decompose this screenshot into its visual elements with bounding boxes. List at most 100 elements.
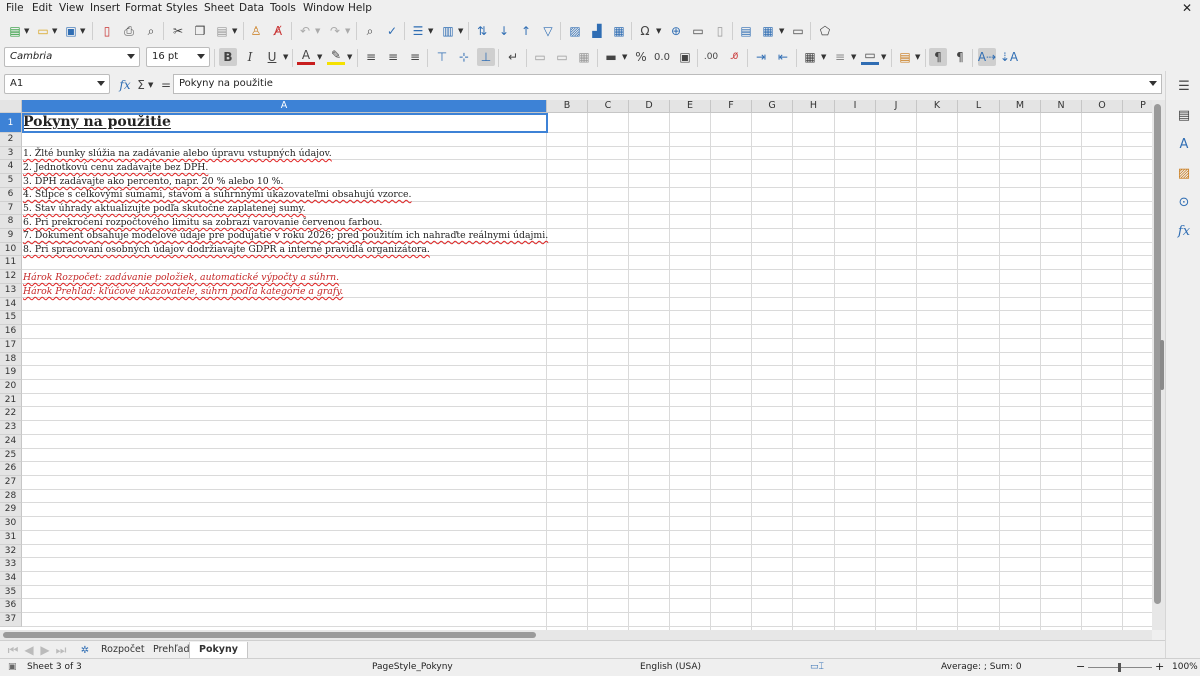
chevron-down-icon[interactable]: ▼	[317, 53, 322, 61]
cell-a13[interactable]: Hárok Prehľad: kľúčové ukazovatele, súhr…	[23, 286, 343, 297]
increase-indent-icon[interactable]: ⇥	[752, 48, 770, 66]
name-box[interactable]: A1	[4, 74, 110, 94]
define-print-area-icon[interactable]: ▤	[737, 22, 755, 40]
styles-icon[interactable]: A	[1175, 135, 1193, 153]
decrease-indent-icon[interactable]: ⇤	[774, 48, 792, 66]
column-header-f[interactable]: F	[711, 100, 752, 113]
redo-icon[interactable]: ↷	[326, 22, 344, 40]
page-style[interactable]: PageStyle_Pokyny	[372, 662, 453, 672]
properties-icon[interactable]: ▤	[1175, 106, 1193, 124]
align-top-icon[interactable]: ⊤	[433, 48, 451, 66]
border-color-icon[interactable]: ▭	[861, 48, 879, 65]
date-format-icon[interactable]: ▣	[676, 48, 694, 66]
align-left-icon[interactable]: ≡	[362, 48, 380, 66]
spreadsheet-grid[interactable]: A B C D E F G H I J K L M N O P 12345678…	[0, 100, 1152, 630]
row-header[interactable]: 29	[0, 503, 22, 518]
navigator-icon[interactable]: ⊙	[1175, 193, 1193, 211]
menu-help[interactable]: Help	[348, 2, 372, 14]
chevron-down-icon[interactable]	[197, 54, 205, 59]
row-header[interactable]: 19	[0, 366, 22, 380]
row-header[interactable]: 9	[0, 229, 22, 243]
row-header[interactable]: 13	[0, 283, 22, 298]
sheet-tab-pokyny[interactable]: Pokyny	[189, 642, 248, 659]
gallery-icon[interactable]: ▨	[1175, 164, 1193, 182]
row-header[interactable]: 33	[0, 558, 22, 573]
row-header[interactable]: 37	[0, 613, 22, 627]
chevron-down-icon[interactable]: ▼	[315, 27, 320, 35]
font-name-combobox[interactable]: Cambria	[4, 47, 140, 67]
row-header[interactable]: 28	[0, 489, 22, 504]
copy-icon[interactable]: ❐	[191, 22, 209, 40]
bold-icon[interactable]: B	[219, 48, 237, 66]
wrap-text-icon[interactable]: ↵	[504, 48, 522, 66]
column-header-a[interactable]: A	[22, 100, 547, 113]
pivot-table-icon[interactable]: ▦	[610, 22, 628, 40]
chevron-down-icon[interactable]	[127, 54, 135, 59]
align-center-icon[interactable]: ≡	[384, 48, 402, 66]
row-header[interactable]: 23	[0, 421, 22, 435]
row-header[interactable]: 7	[0, 201, 22, 216]
split-window-icon[interactable]: ▭	[789, 22, 807, 40]
open-folder-icon[interactable]: ▭	[34, 22, 52, 40]
sidebar-resize-handle[interactable]	[1160, 340, 1164, 390]
menu-data[interactable]: Data	[239, 2, 264, 14]
menu-insert[interactable]: Insert	[90, 2, 120, 14]
chevron-down-icon[interactable]: ▼	[24, 27, 29, 35]
export-pdf-icon[interactable]: ▯	[98, 22, 116, 40]
cell-a3[interactable]: 1. Žlté bunky slúžia na zadávanie alebo …	[23, 148, 332, 159]
chevron-down-icon[interactable]: ▼	[881, 53, 886, 61]
insert-chart-icon[interactable]: ▟	[588, 22, 606, 40]
chevron-down-icon[interactable]: ▼	[428, 27, 433, 35]
sort-ascending-icon[interactable]: ↓	[495, 22, 513, 40]
menu-sheet[interactable]: Sheet	[204, 2, 234, 14]
currency-format-icon[interactable]: ▬	[602, 48, 620, 66]
new-document-icon[interactable]: ▤	[6, 22, 24, 40]
row-header[interactable]: 24	[0, 434, 22, 449]
text-left-to-right-icon[interactable]: A⇢	[978, 48, 996, 66]
zoom-slider-handle[interactable]	[1118, 663, 1121, 672]
font-color-icon[interactable]: A	[297, 48, 315, 65]
hyperlink-icon[interactable]: ⊕	[667, 22, 685, 40]
paste-icon[interactable]: ▤	[213, 22, 231, 40]
spelling-icon[interactable]: ✓	[383, 22, 401, 40]
row-header[interactable]: 10	[0, 242, 22, 257]
cell-a6[interactable]: 4. Stĺpce s celkovými sumami, stavom a s…	[23, 189, 411, 200]
row-header[interactable]: 22	[0, 407, 22, 422]
select-all-corner[interactable]	[0, 100, 22, 113]
chevron-down-icon[interactable]: ▼	[80, 27, 85, 35]
highlight-color-icon[interactable]: ✎	[327, 48, 345, 65]
delete-decimal-icon[interactable]: .0̸	[725, 48, 743, 66]
clone-formatting-icon[interactable]: ♙	[247, 22, 265, 40]
autofilter-icon[interactable]: ▽	[539, 22, 557, 40]
row-header[interactable]: 36	[0, 599, 22, 614]
row-header[interactable]: 18	[0, 352, 22, 367]
column-header-i[interactable]: I	[835, 100, 876, 113]
row-header[interactable]: 6	[0, 187, 22, 202]
column-icon[interactable]: ▥	[439, 22, 457, 40]
special-character-icon[interactable]: Ω	[636, 22, 654, 40]
chevron-down-icon[interactable]: ▼	[345, 27, 350, 35]
row-header[interactable]: 15	[0, 311, 22, 326]
column-header-e[interactable]: E	[670, 100, 711, 113]
sort-descending-icon[interactable]: ↑	[517, 22, 535, 40]
align-right-icon[interactable]: ≡	[406, 48, 424, 66]
menu-styles[interactable]: Styles	[166, 2, 198, 14]
chevron-down-icon[interactable]	[97, 81, 105, 86]
chevron-down-icon[interactable]: ▼	[232, 27, 237, 35]
cell-a7[interactable]: 5. Stav úhrady aktualizujte podľa skutoč…	[23, 203, 306, 214]
row-header[interactable]: 2	[0, 133, 22, 147]
align-bottom-icon[interactable]: ⊥	[477, 48, 495, 66]
cell-a12[interactable]: Hárok Rozpočet: zadávanie položiek, auto…	[23, 272, 339, 283]
headers-footers-icon[interactable]: ▯	[711, 22, 729, 40]
insert-image-icon[interactable]: ▨	[566, 22, 584, 40]
chevron-down-icon[interactable]: ▼	[622, 53, 627, 61]
percent-format-icon[interactable]: %	[632, 48, 650, 66]
row-icon[interactable]: ☰	[409, 22, 427, 40]
chevron-down-icon[interactable]: ▼	[915, 53, 920, 61]
font-size-combobox[interactable]: 16 pt	[146, 47, 210, 67]
sidebar-menu-icon[interactable]: ☰	[1175, 77, 1193, 95]
undo-icon[interactable]: ↶	[296, 22, 314, 40]
save-icon[interactable]: ▣	[62, 22, 80, 40]
zoom-out-icon[interactable]: −	[1076, 660, 1085, 673]
chevron-down-icon[interactable]: ▼	[347, 53, 352, 61]
